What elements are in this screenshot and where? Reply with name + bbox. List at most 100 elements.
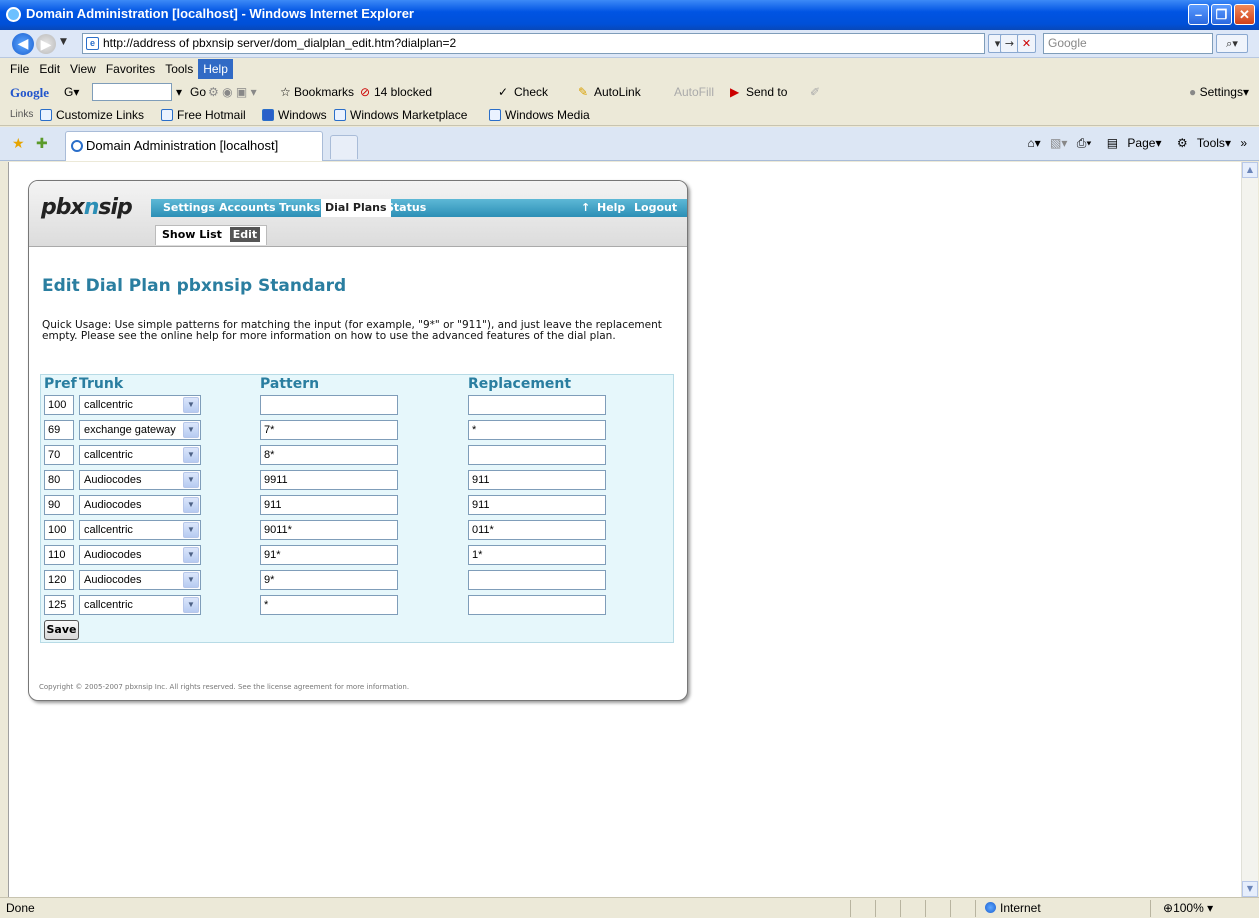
replacement-input[interactable]: 911	[468, 470, 606, 490]
autolink-button[interactable]: AutoLink	[594, 85, 641, 99]
address-input[interactable]: e http://address of pbxnsip server/dom_d…	[82, 33, 985, 54]
search-input[interactable]: Google	[1043, 33, 1213, 54]
sendto-button[interactable]: Send to	[746, 85, 787, 99]
replacement-input[interactable]: 011*	[468, 520, 606, 540]
nav-trunks[interactable]: Trunks	[279, 201, 320, 214]
search-icon[interactable]: ⌕▾	[1216, 34, 1248, 53]
nav-accounts[interactable]: Accounts	[219, 201, 276, 214]
pattern-input[interactable]: *	[260, 595, 398, 615]
scroll-down-icon[interactable]: ▼	[1242, 881, 1258, 897]
menu-tools[interactable]: Tools	[160, 59, 198, 79]
forward-button[interactable]: ▶	[36, 34, 56, 54]
links-bar: Links Customize Links Free Hotmail Windo…	[0, 104, 1259, 126]
nav-dial-plans[interactable]: Dial Plans	[321, 199, 391, 217]
nav-logout[interactable]: Logout	[634, 201, 677, 214]
trunk-select[interactable]: exchange gateway ▼	[79, 420, 201, 440]
trunk-select[interactable]: Audiocodes ▼	[79, 570, 201, 590]
zoom-button[interactable]: ⊕100% ▾	[1163, 901, 1213, 915]
google-go-button[interactable]: Go	[190, 85, 206, 99]
pref-input[interactable]: 70	[44, 445, 74, 465]
trunk-select[interactable]: callcentric ▼	[79, 445, 201, 465]
pref-input[interactable]: 120	[44, 570, 74, 590]
trunk-select[interactable]: callcentric ▼	[79, 595, 201, 615]
bookmarks-button[interactable]: Bookmarks	[294, 85, 354, 99]
pattern-input[interactable]: 9011*	[260, 520, 398, 540]
subnav-edit[interactable]: Edit	[229, 227, 261, 242]
print-icon[interactable]: ⎙▾	[1077, 136, 1092, 150]
pattern-input[interactable]: 911	[260, 495, 398, 515]
replacement-input[interactable]	[468, 595, 606, 615]
ie-logo-icon	[6, 7, 21, 22]
check-button[interactable]: Check	[514, 85, 548, 99]
feeds-icon[interactable]: ▧▾	[1050, 136, 1067, 150]
replacement-input[interactable]: *	[468, 420, 606, 440]
settings-icon: ●	[1189, 85, 1200, 99]
nav-status[interactable]: Status	[386, 201, 426, 214]
pattern-input[interactable]	[260, 395, 398, 415]
pattern-input[interactable]: 9*	[260, 570, 398, 590]
menu-edit[interactable]: Edit	[34, 59, 65, 79]
link-free-hotmail[interactable]: Free Hotmail	[161, 108, 246, 122]
stop-icon[interactable]: ✕	[1017, 34, 1036, 53]
trunk-select[interactable]: Audiocodes ▼	[79, 495, 201, 515]
replacement-input[interactable]	[468, 395, 606, 415]
replacement-input[interactable]: 1*	[468, 545, 606, 565]
trunk-select[interactable]: Audiocodes ▼	[79, 545, 201, 565]
google-search-input[interactable]	[92, 83, 172, 101]
toolbar-buttons-icon[interactable]: ⚙ ◉ ▣ ▾	[208, 85, 257, 99]
pref-input[interactable]: 110	[44, 545, 74, 565]
command-bar: ⌂▾ ▧▾ ⎙▾ ▤ Page▾ ⚙ Tools▾ »	[1021, 136, 1247, 151]
nav-help[interactable]: Help	[597, 201, 625, 214]
page-menu-button[interactable]: ▤ Page▾	[1101, 136, 1162, 150]
chevron-more-icon[interactable]: »	[1240, 136, 1247, 150]
trunk-select[interactable]: Audiocodes ▼	[79, 470, 201, 490]
vertical-scrollbar[interactable]: ▲ ▼	[1241, 162, 1258, 897]
google-g-icon[interactable]: G▾	[64, 85, 79, 99]
dial-plan-row: 69 exchange gateway ▼ 7* *	[41, 420, 673, 440]
subnav-show-list[interactable]: Show List	[162, 228, 222, 241]
replacement-input[interactable]	[468, 570, 606, 590]
back-button[interactable]: ◀	[12, 33, 34, 55]
pref-input[interactable]: 90	[44, 495, 74, 515]
pattern-input[interactable]: 9911	[260, 470, 398, 490]
settings-button[interactable]: ● Settings▾	[1189, 85, 1249, 99]
trunk-select[interactable]: callcentric ▼	[79, 395, 201, 415]
link-customize-links[interactable]: Customize Links	[40, 108, 144, 122]
pattern-input[interactable]: 7*	[260, 420, 398, 440]
menu-view[interactable]: View	[65, 59, 101, 79]
pref-input[interactable]: 100	[44, 520, 74, 540]
google-dropdown-icon[interactable]: ▾	[176, 85, 182, 99]
pattern-input[interactable]: 8*	[260, 445, 398, 465]
menu-help[interactable]: Help	[198, 59, 233, 79]
pref-input[interactable]: 125	[44, 595, 74, 615]
tab-domain-administration[interactable]: Domain Administration [localhost]	[65, 131, 323, 161]
link-windows[interactable]: Windows	[262, 108, 327, 122]
popup-blocked-button[interactable]: 14 blocked	[374, 85, 432, 99]
history-dropdown-icon[interactable]: ▼	[60, 37, 67, 47]
pattern-input[interactable]: 91*	[260, 545, 398, 565]
add-favorites-icon[interactable]: ✚	[36, 136, 48, 152]
link-windows-media[interactable]: Windows Media	[489, 108, 590, 122]
menu-file[interactable]: File	[5, 59, 34, 79]
new-tab-button[interactable]	[330, 135, 358, 159]
security-zone[interactable]: Internet	[985, 901, 1041, 915]
save-button[interactable]: Save	[44, 620, 79, 640]
trunk-select[interactable]: callcentric ▼	[79, 520, 201, 540]
maximize-button[interactable]: ❐	[1211, 4, 1232, 25]
pref-input[interactable]: 80	[44, 470, 74, 490]
scroll-up-icon[interactable]: ▲	[1242, 162, 1258, 178]
nav-settings[interactable]: Settings	[163, 201, 215, 214]
close-button[interactable]: ✕	[1234, 4, 1255, 25]
home-icon[interactable]: ⌂▾	[1027, 136, 1040, 150]
pref-input[interactable]: 69	[44, 420, 74, 440]
replacement-input[interactable]: 911	[468, 495, 606, 515]
link-windows-marketplace[interactable]: Windows Marketplace	[334, 108, 467, 122]
replacement-input[interactable]	[468, 445, 606, 465]
marketplace-icon	[334, 109, 346, 121]
menu-favorites[interactable]: Favorites	[101, 59, 160, 79]
tools-menu-button[interactable]: ⚙ Tools▾	[1171, 136, 1231, 150]
autofill-button[interactable]: AutoFill	[674, 85, 714, 99]
pref-input[interactable]: 100	[44, 395, 74, 415]
minimize-button[interactable]: –	[1188, 4, 1209, 25]
favorites-center-icon[interactable]: ★	[12, 136, 25, 152]
